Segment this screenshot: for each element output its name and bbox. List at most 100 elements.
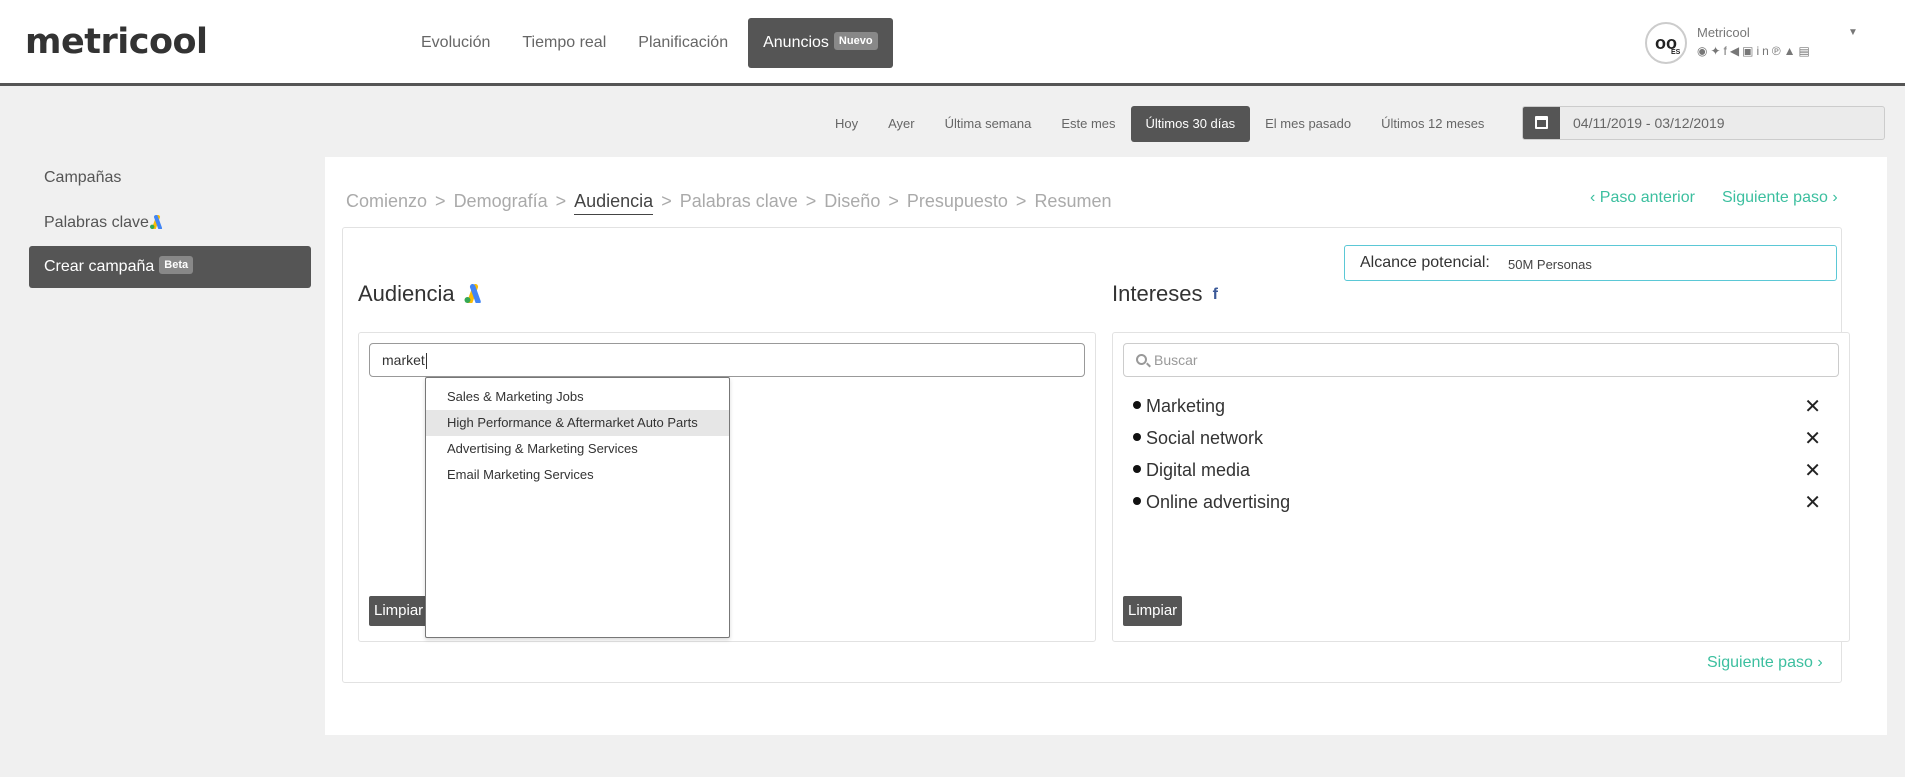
- interest-label: Social network: [1146, 428, 1264, 448]
- google-ads-icon: [149, 214, 162, 229]
- remove-icon[interactable]: ✕: [1804, 460, 1821, 482]
- beta-badge: Beta: [159, 255, 194, 274]
- nav-anuncios[interactable]: Anuncios Nuevo: [748, 18, 893, 68]
- alcance-value: 50M Personas: [1508, 257, 1592, 272]
- step-palabras-clave[interactable]: Palabras clave: [680, 191, 798, 211]
- chevron-left-icon: ‹: [1590, 189, 1596, 206]
- bullet-icon: [1133, 433, 1141, 442]
- calendar-icon: [1535, 116, 1548, 129]
- suggestion-item[interactable]: Sales & Marketing Jobs: [426, 384, 729, 410]
- remove-icon[interactable]: ✕: [1804, 396, 1821, 418]
- suggestion-item[interactable]: Advertising & Marketing Services: [426, 436, 729, 462]
- step-diseno[interactable]: Diseño: [824, 191, 880, 211]
- social-network-icons: ◉✦f◀▣in℗▲▤: [1697, 44, 1813, 58]
- next-step-label: Siguiente paso: [1722, 189, 1828, 206]
- list-item: Online advertising ✕: [1133, 492, 1833, 520]
- audiencia-search-input[interactable]: market: [369, 343, 1085, 377]
- megaphone-icon: ◀: [1729, 44, 1743, 58]
- date-ultima-semana[interactable]: Última semana: [930, 106, 1047, 142]
- chevron-right-icon: >: [435, 191, 446, 211]
- chevron-right-icon: >: [555, 191, 567, 211]
- chevron-right-icon: >: [888, 191, 899, 211]
- bullet-icon: [1133, 465, 1141, 474]
- date-este-mes[interactable]: Este mes: [1046, 106, 1130, 142]
- interest-label: Online advertising: [1146, 492, 1291, 512]
- linkedin-icon: in: [1756, 44, 1772, 58]
- audiencia-title: Audiencia: [358, 281, 485, 307]
- next-step-link-top[interactable]: Siguiente paso ›: [1722, 189, 1838, 207]
- step-audiencia[interactable]: Audiencia: [574, 191, 654, 215]
- sidebar-item-label: Crear campaña: [44, 258, 155, 275]
- bullet-icon: [1133, 497, 1141, 506]
- profile-menu[interactable]: oo ES Metricool ◉✦f◀▣in℗▲▤ ▼: [1645, 22, 1858, 66]
- nav-evolucion[interactable]: Evolución: [405, 18, 506, 68]
- audiencia-clear-button[interactable]: Limpiar: [369, 596, 429, 626]
- search-icon: [1136, 354, 1147, 365]
- bullet-icon: [1133, 401, 1141, 410]
- pinterest-icon: ℗: [1771, 44, 1784, 58]
- date-ayer[interactable]: Ayer: [873, 106, 930, 142]
- date-mes-pasado[interactable]: El mes pasado: [1250, 106, 1366, 142]
- date-range-picker[interactable]: 04/11/2019 - 03/12/2019: [1522, 106, 1885, 140]
- nuevo-badge: Nuevo: [833, 31, 878, 50]
- remove-icon[interactable]: ✕: [1804, 492, 1821, 514]
- avatar-sub: ES: [1671, 49, 1681, 56]
- main-nav: Evolución Tiempo real Planificación Anun…: [405, 18, 893, 68]
- adwords-icon: ▲: [1783, 44, 1799, 58]
- sidebar-item-campanas[interactable]: Campañas: [29, 157, 311, 199]
- step-presupuesto[interactable]: Presupuesto: [907, 191, 1008, 211]
- interest-label: Marketing: [1146, 396, 1226, 416]
- nav-anuncios-label: Anuncios: [763, 34, 829, 51]
- metricool-logo[interactable]: metricool: [25, 22, 208, 62]
- intereses-title-text: Intereses: [1112, 281, 1203, 306]
- alcance-potencial-box: Alcance potencial: 50M Personas: [1344, 245, 1837, 281]
- step-resumen[interactable]: Resumen: [1034, 191, 1111, 211]
- text-caret: [425, 353, 427, 370]
- avatar[interactable]: oo ES: [1645, 22, 1687, 64]
- interest-label: Digital media: [1146, 460, 1251, 480]
- caret-down-icon[interactable]: ▼: [1848, 27, 1858, 38]
- audiencia-title-text: Audiencia: [358, 281, 455, 306]
- instagram-icon: ▣: [1742, 44, 1757, 58]
- intereses-title: Intereses f: [1112, 281, 1218, 307]
- suggestion-item[interactable]: Email Marketing Services: [426, 462, 729, 488]
- date-ultimos-12-meses[interactable]: Últimos 12 meses: [1366, 106, 1499, 142]
- next-step-link-bottom[interactable]: Siguiente paso ›: [1707, 654, 1823, 672]
- sidebar-item-crear-campana[interactable]: Crear campaña Beta: [29, 246, 311, 288]
- list-item: Digital media ✕: [1133, 460, 1833, 488]
- intereses-search-input[interactable]: Buscar: [1123, 343, 1839, 377]
- sidebar-item-palabras-clave[interactable]: Palabras clave: [29, 202, 311, 244]
- store-icon: ▤: [1798, 44, 1813, 58]
- wizard-breadcrumb: Comienzo > Demografía > Audiencia > Palabras c…: [346, 191, 1111, 215]
- next-step-label: Siguiente paso: [1707, 654, 1813, 671]
- step-demografia[interactable]: Demografía: [454, 191, 548, 211]
- step-comienzo[interactable]: Comienzo: [346, 191, 427, 211]
- list-item: Marketing ✕: [1133, 396, 1833, 424]
- intereses-panel: Buscar Marketing ✕ Social network ✕ Digita…: [1112, 332, 1850, 642]
- google-ads-icon: [464, 283, 481, 305]
- date-ultimos-30-dias[interactable]: Últimos 30 días: [1130, 106, 1251, 142]
- audiencia-input-value: market: [382, 352, 425, 368]
- chevron-right-icon: >: [1015, 191, 1027, 211]
- nav-tiempo-real[interactable]: Tiempo real: [506, 18, 622, 68]
- intereses-clear-button[interactable]: Limpiar: [1123, 596, 1183, 626]
- search-placeholder: Buscar: [1154, 352, 1198, 368]
- facebook-icon: f: [1212, 286, 1218, 303]
- audiencia-suggestions-dropdown: Sales & Marketing Jobs High Performance …: [425, 377, 730, 638]
- twitter-icon: ✦: [1710, 44, 1724, 58]
- suggestion-item-highlighted[interactable]: High Performance & Aftermarket Auto Part…: [426, 410, 729, 436]
- chevron-right-icon: >: [805, 191, 817, 211]
- remove-icon[interactable]: ✕: [1804, 428, 1821, 450]
- rss-icon: ◉: [1697, 44, 1711, 58]
- date-range-text: 04/11/2019 - 03/12/2019: [1573, 115, 1725, 131]
- chevron-right-icon: >: [661, 191, 672, 211]
- date-hoy[interactable]: Hoy: [820, 106, 873, 142]
- sidebar-item-label: Palabras clave: [44, 214, 149, 231]
- nav-planificacion[interactable]: Planificación: [622, 18, 744, 68]
- chevron-right-icon: ›: [1817, 654, 1823, 671]
- date-filter-bar: Hoy Ayer Última semana Este mes Últimos …: [820, 106, 1499, 142]
- prev-step-link[interactable]: ‹ Paso anterior: [1590, 189, 1695, 207]
- calendar-button[interactable]: [1523, 107, 1560, 139]
- alcance-label: Alcance potencial:: [1360, 254, 1490, 271]
- list-item: Social network ✕: [1133, 428, 1833, 456]
